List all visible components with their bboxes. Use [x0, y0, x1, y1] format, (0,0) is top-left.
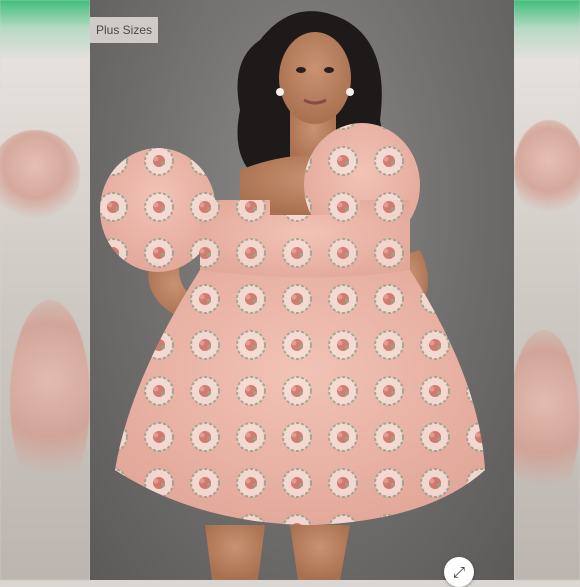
model-in-dress-illustration — [100, 11, 485, 580]
blurred-background-left — [0, 0, 90, 580]
plus-sizes-badge: Plus Sizes — [90, 17, 158, 43]
expand-icon-glyph: ⤢ — [452, 563, 465, 581]
blurred-background-right — [509, 0, 580, 580]
expand-icon[interactable]: ⤢ — [444, 557, 474, 587]
product-photo[interactable] — [90, 0, 514, 580]
